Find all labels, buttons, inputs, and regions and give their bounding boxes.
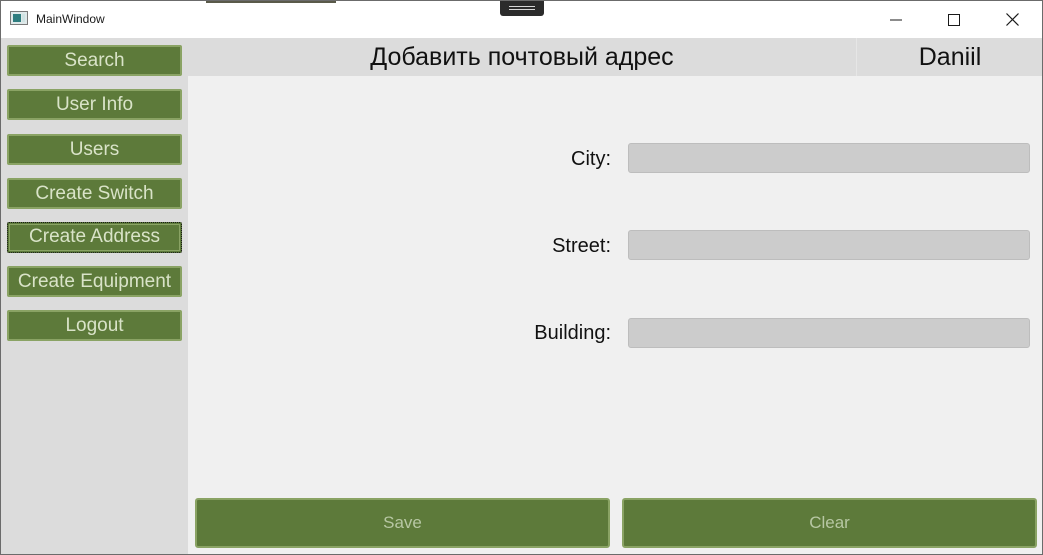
city-label: City: — [571, 148, 611, 170]
save-button[interactable]: Save — [195, 498, 610, 548]
nav-search-button[interactable]: Search — [7, 45, 182, 76]
maximize-button[interactable] — [925, 1, 983, 38]
app-window-icon — [10, 11, 28, 25]
clear-button[interactable]: Clear — [622, 498, 1037, 548]
main-window: MainWindow Search User Info Users Create… — [0, 0, 1043, 555]
minimize-button[interactable] — [867, 1, 925, 38]
nav-user-info-button[interactable]: User Info — [7, 89, 182, 120]
building-label: Building: — [534, 322, 611, 344]
nav-create-equipment-button[interactable]: Create Equipment — [7, 266, 182, 297]
current-user-name: Daniil — [856, 38, 1042, 76]
street-input[interactable] — [628, 230, 1030, 260]
nav-create-switch-button[interactable]: Create Switch — [7, 178, 182, 209]
nav-create-address-button[interactable]: Create Address — [7, 222, 182, 253]
city-input[interactable] — [628, 143, 1030, 173]
address-form: City: Street: Building: Save Clear — [188, 76, 1042, 554]
toolbar-grip-icon[interactable] — [500, 1, 544, 16]
nav-users-button[interactable]: Users — [7, 134, 182, 165]
street-label: Street: — [552, 235, 611, 257]
close-icon — [1005, 13, 1019, 26]
title-bar[interactable]: MainWindow — [1, 1, 1042, 38]
window-title: MainWindow — [36, 12, 105, 26]
page-header: Добавить почтовый адрес Daniil — [188, 38, 1042, 76]
sidebar: Search User Info Users Create Switch Cre… — [1, 38, 188, 554]
building-input[interactable] — [628, 318, 1030, 348]
nav-logout-button[interactable]: Logout — [7, 310, 182, 341]
title-bar-decoration — [206, 1, 336, 3]
minimize-icon — [890, 19, 902, 20]
page-title: Добавить почтовый адрес — [370, 43, 674, 71]
close-button[interactable] — [983, 1, 1041, 38]
maximize-icon — [948, 13, 960, 26]
